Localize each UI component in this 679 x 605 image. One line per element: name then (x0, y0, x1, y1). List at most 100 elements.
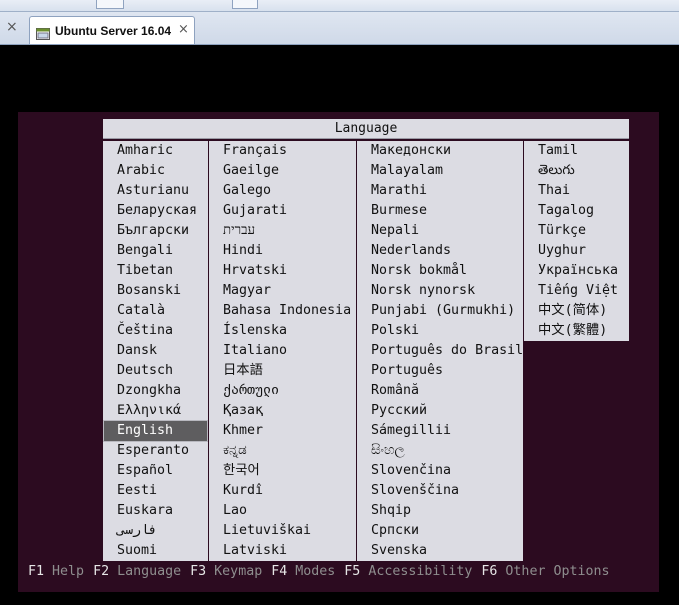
close-icon[interactable]: × (6, 19, 18, 35)
function-key-label: Modes (295, 564, 336, 579)
function-key-f4[interactable]: F4 Modes (271, 562, 335, 582)
language-option[interactable]: Gujarati (209, 201, 356, 221)
language-option[interactable]: English (103, 420, 208, 442)
language-option[interactable]: Asturianu (103, 181, 208, 201)
language-option[interactable]: Português do Brasil (357, 341, 523, 361)
language-option[interactable]: Deutsch (103, 361, 208, 381)
language-option[interactable]: Lao (209, 501, 356, 521)
language-option[interactable]: Nepali (357, 221, 523, 241)
language-option[interactable]: Thai (524, 181, 629, 201)
language-option[interactable]: Amharic (103, 141, 208, 161)
language-option[interactable]: Bengali (103, 241, 208, 261)
language-option[interactable]: Français (209, 141, 356, 161)
tab-ubuntu-server[interactable]: Ubuntu Server 16.04 × (29, 16, 195, 44)
dialog-title: Language (103, 119, 629, 139)
language-option[interactable]: Íslenska (209, 321, 356, 341)
language-option[interactable]: Tibetan (103, 261, 208, 281)
language-column-1: Amharic Arabic Asturianu Беларуская Българск… (103, 141, 208, 561)
function-key-code: F1 (28, 564, 45, 579)
language-option[interactable]: ಕನ್ನಡ (209, 441, 356, 461)
language-option[interactable]: Tagalog (524, 201, 629, 221)
language-option[interactable]: Italiano (209, 341, 356, 361)
language-option[interactable]: සිංහල (357, 441, 523, 461)
language-option[interactable]: Tamil (524, 141, 629, 161)
language-option[interactable]: Română (357, 381, 523, 401)
language-option[interactable]: Shqip (357, 501, 523, 521)
language-option[interactable]: Esperanto (103, 441, 208, 461)
language-option[interactable]: Svenska (357, 541, 523, 561)
language-option[interactable]: 日本語 (209, 361, 356, 381)
language-option[interactable]: Uyghur (524, 241, 629, 261)
language-option[interactable]: Hindi (209, 241, 356, 261)
language-option[interactable]: Қазақ (209, 401, 356, 421)
language-option[interactable]: Eesti (103, 481, 208, 501)
language-option[interactable]: Türkçe (524, 221, 629, 241)
function-key-f2[interactable]: F2 Language (93, 562, 181, 582)
language-option[interactable]: Ελληνικά (103, 401, 208, 421)
language-option[interactable]: Hrvatski (209, 261, 356, 281)
language-option[interactable]: فارسی (103, 521, 208, 541)
function-key-f6[interactable]: F6 Other Options (481, 562, 609, 582)
language-option[interactable]: Lietuviškai (209, 521, 356, 541)
language-option[interactable]: Català (103, 301, 208, 321)
language-option[interactable]: Arabic (103, 161, 208, 181)
language-option[interactable]: Magyar (209, 281, 356, 301)
language-option[interactable]: Suomi (103, 541, 208, 561)
language-option[interactable]: Dansk (103, 341, 208, 361)
function-key-code: F6 (481, 564, 498, 579)
language-option[interactable]: 中文(繁體) (524, 321, 629, 341)
language-option[interactable]: Latviski (209, 541, 356, 561)
language-option[interactable]: Tiếng Việt (524, 281, 629, 301)
function-key-f5[interactable]: F5 Accessibility (344, 562, 472, 582)
close-icon[interactable]: × (178, 22, 189, 38)
language-option[interactable]: Kurdî (209, 481, 356, 501)
language-option[interactable]: Português (357, 361, 523, 381)
language-option[interactable]: עברית (209, 221, 356, 241)
language-option[interactable]: Norsk nynorsk (357, 281, 523, 301)
function-key-label: Other Options (505, 564, 610, 579)
language-option[interactable]: Српски (357, 521, 523, 541)
language-option[interactable]: తెలుగు (524, 161, 629, 181)
function-key-label: Keymap (214, 564, 263, 579)
function-key-f3[interactable]: F3 Keymap (190, 562, 262, 582)
toolbar-button[interactable] (232, 0, 258, 9)
function-key-label: Accessibility (368, 564, 473, 579)
language-option[interactable]: Malayalam (357, 161, 523, 181)
function-key-code: F4 (271, 564, 288, 579)
function-key-code: F3 (190, 564, 207, 579)
virtual-machine-icon (36, 25, 50, 40)
language-option[interactable]: Русский (357, 401, 523, 421)
language-option[interactable]: Slovenščina (357, 481, 523, 501)
language-option[interactable]: Norsk bokmål (357, 261, 523, 281)
language-option[interactable]: Polski (357, 321, 523, 341)
language-column-3: Македонски Malayalam Marathi Burmese Nepali N… (357, 141, 523, 561)
language-option[interactable]: Bahasa Indonesia (209, 301, 356, 321)
language-option[interactable]: Euskara (103, 501, 208, 521)
language-option[interactable]: Marathi (357, 181, 523, 201)
language-option[interactable]: Bosanski (103, 281, 208, 301)
language-option[interactable]: Burmese (357, 201, 523, 221)
language-option[interactable]: Čeština (103, 321, 208, 341)
language-option[interactable]: Punjabi (Gurmukhi) (357, 301, 523, 321)
language-option[interactable]: Македонски (357, 141, 523, 161)
language-option[interactable]: Українська (524, 261, 629, 281)
toolbar-button[interactable] (96, 0, 124, 9)
language-option[interactable]: Български (103, 221, 208, 241)
language-option[interactable]: Slovenčina (357, 461, 523, 481)
language-option[interactable]: 한국어 (209, 461, 356, 481)
language-option[interactable]: Беларуская (103, 201, 208, 221)
language-option[interactable]: Galego (209, 181, 356, 201)
function-key-f1[interactable]: F1 Help (28, 562, 84, 582)
language-option[interactable]: 中文(简体) (524, 301, 629, 321)
console-screen[interactable]: Language Amharic Arabic Asturianu Беларуска… (18, 112, 659, 592)
function-key-code: F5 (344, 564, 361, 579)
language-option[interactable]: Khmer (209, 421, 356, 441)
language-option[interactable]: Sámegillii (357, 421, 523, 441)
language-option[interactable]: Español (103, 461, 208, 481)
function-key-label: Language (117, 564, 182, 579)
language-option[interactable]: Dzongkha (103, 381, 208, 401)
toolbar (0, 0, 679, 12)
language-option[interactable]: Gaeilge (209, 161, 356, 181)
language-option[interactable]: Nederlands (357, 241, 523, 261)
language-option[interactable]: ქართული (209, 381, 356, 401)
